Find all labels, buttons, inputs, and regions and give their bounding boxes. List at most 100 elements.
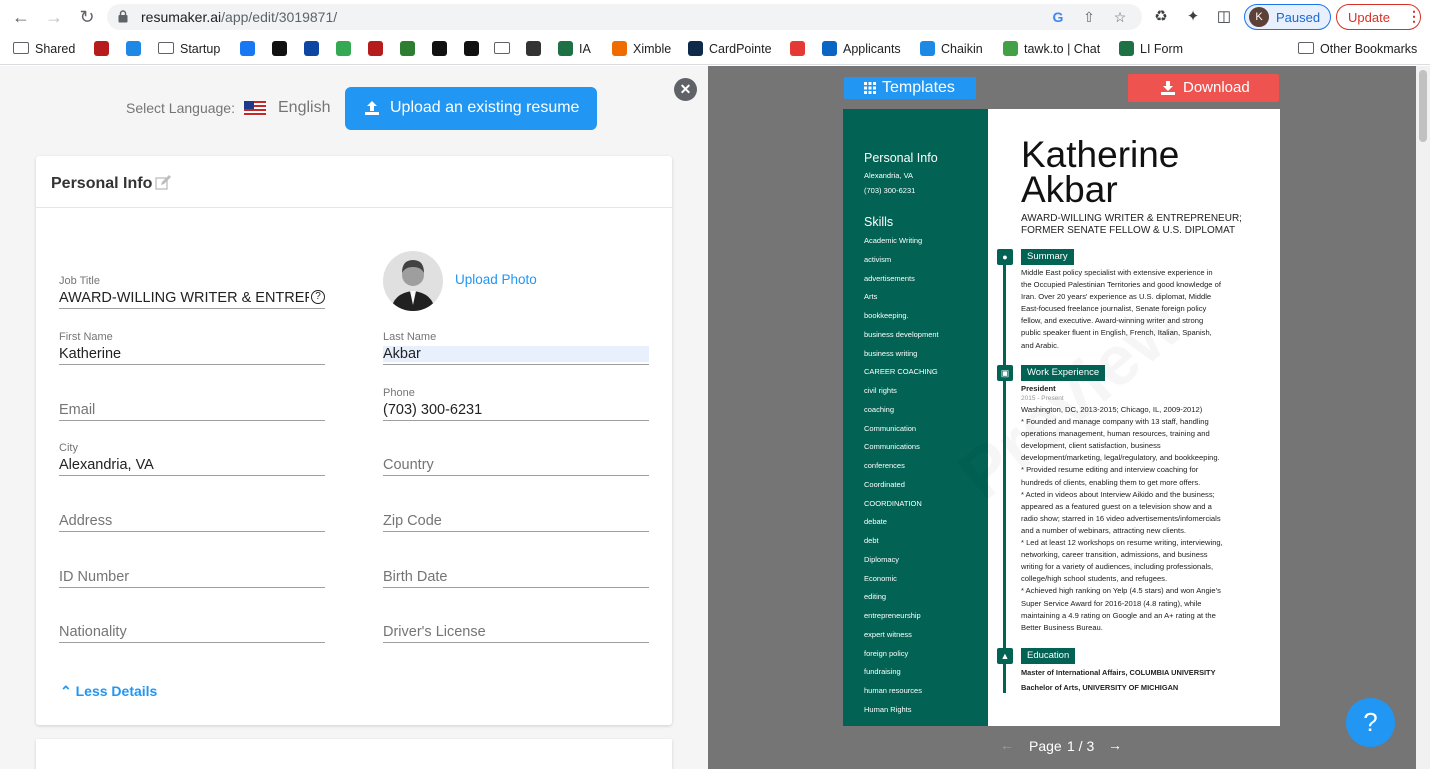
bookmark-item[interactable] — [336, 40, 357, 58]
help-icon[interactable]: ? — [311, 290, 325, 304]
first-name-field[interactable]: First Name Katherine — [59, 331, 325, 365]
bookmark-item[interactable] — [790, 40, 811, 58]
zip-code-field[interactable]: Zip Code — [383, 498, 649, 532]
download-button[interactable]: Download — [1128, 74, 1279, 102]
language-select[interactable]: English — [278, 99, 330, 117]
linkedin-icon — [822, 41, 837, 56]
url-host: resumaker.ai — [141, 9, 222, 25]
resume-title: AWARD-WILLING WRITER & ENTREPRENEUR; FORM… — [1021, 213, 1261, 237]
reload-icon[interactable]: ↻ — [76, 6, 98, 28]
bookmark-item[interactable]: Ximble — [612, 40, 671, 58]
help-button[interactable]: ? — [1346, 698, 1395, 747]
next-page-icon[interactable]: → — [1108, 737, 1122, 753]
text-line: Washington, DC, 2013-2015; Chicago, IL, … — [1021, 405, 1203, 414]
update-label: Update — [1348, 10, 1390, 25]
bookmark-item[interactable]: Chaikin — [920, 40, 983, 58]
address-field[interactable]: Address — [59, 498, 325, 532]
zip-code-placeholder: Zip Code — [383, 513, 442, 529]
templates-button[interactable]: Templates — [844, 77, 976, 99]
email-placeholder: Email — [59, 402, 96, 418]
bookmark-item[interactable] — [240, 40, 261, 58]
us-flag-icon[interactable] — [244, 101, 266, 116]
side-panel-icon[interactable]: ◫ — [1214, 7, 1234, 27]
bookmark-item[interactable]: IA — [558, 40, 591, 58]
bookmark-item[interactable]: tawk.to | Chat — [1003, 40, 1100, 58]
less-details-link[interactable]: ⌃ Less Details — [60, 683, 157, 700]
prev-page-icon[interactable]: ← — [1000, 737, 1014, 753]
last-name-field[interactable]: Last Name Akbar — [383, 331, 649, 365]
resume-last-name: Akbar — [1021, 169, 1118, 210]
back-arrow-icon[interactable]: ← — [10, 6, 32, 28]
profile-button[interactable]: K Paused — [1244, 4, 1331, 30]
update-button[interactable]: Update ⋮ — [1336, 4, 1421, 30]
skill-item: Diplomacy — [864, 554, 900, 564]
skill-item: fundraising — [864, 667, 901, 677]
bookmark-item[interactable]: LI Form — [1119, 40, 1183, 58]
graduation-cap-icon: ▲ — [997, 648, 1013, 664]
address-bar[interactable]: resumaker.ai/app/edit/3019871/ G ⇧ ☆ — [107, 4, 1142, 30]
globe-icon — [464, 41, 479, 56]
nationality-field[interactable]: Nationality — [59, 609, 325, 643]
upload-photo-link[interactable]: Upload Photo — [455, 272, 537, 287]
lock-icon — [118, 10, 128, 23]
bookmark-item[interactable] — [126, 40, 147, 58]
edit-icon[interactable] — [155, 175, 171, 191]
bookmark-item[interactable] — [94, 40, 115, 58]
bookmark-item[interactable]: Shared — [13, 40, 75, 58]
text-line: hundreds of clients, enabling them to ge… — [1021, 477, 1201, 487]
drivers-license-field[interactable]: Driver's License — [383, 609, 649, 643]
upload-resume-button[interactable]: Upload an existing resume — [345, 87, 597, 130]
less-details-label: Less Details — [75, 683, 158, 699]
bookmark-item[interactable]: Startup — [158, 40, 220, 58]
skill-item: coaching — [864, 404, 895, 414]
bookmark-item[interactable] — [432, 40, 453, 58]
work-experience-heading: Work Experience — [1021, 365, 1106, 381]
scrollbar-thumb[interactable] — [1419, 70, 1427, 142]
bookmark-item[interactable] — [304, 40, 325, 58]
bookmark-label: Shared — [35, 42, 76, 56]
skill-item: editing — [864, 592, 887, 602]
bookmark-item[interactable] — [368, 40, 389, 58]
star-icon[interactable]: ☆ — [1111, 8, 1129, 26]
bookmark-item[interactable]: Applicants — [822, 40, 901, 58]
text-line: Better Business Bureau. — [1021, 622, 1103, 632]
resume-preview: Personal Info Alexandria, VA (703) 300-6… — [843, 109, 1280, 726]
bookmark-item[interactable]: Other Bookmarks — [1298, 40, 1417, 58]
arrow-icon — [612, 41, 627, 56]
forward-arrow-icon[interactable]: → — [43, 6, 65, 28]
text-line: * Acted in videos about Interview Aikido… — [1021, 489, 1215, 499]
bookmark-item[interactable] — [494, 40, 516, 58]
bookmark-item[interactable] — [526, 40, 547, 58]
bookmark-item[interactable] — [272, 40, 293, 58]
grid-icon — [864, 82, 876, 94]
country-field[interactable]: Country — [383, 442, 649, 476]
education-heading: Education — [1021, 648, 1076, 664]
education-list: Master of International Affairs, COLUMBI… — [1021, 665, 1251, 695]
extensions-icon[interactable]: ✦ — [1183, 7, 1203, 27]
job-title-value: AWARD-WILLING WRITER & ENTREPRENEUR; FOR… — [59, 290, 309, 306]
job-title-field[interactable]: Job Title AWARD-WILLING WRITER & ENTREPR… — [59, 275, 325, 309]
bookmark-item[interactable]: CardPointe — [688, 40, 772, 58]
skill-item: advertisements — [864, 273, 915, 283]
share-icon[interactable]: ⇧ — [1080, 8, 1098, 26]
city-field[interactable]: City Alexandria, VA — [59, 442, 325, 476]
id-number-field[interactable]: ID Number — [59, 554, 325, 588]
summary-heading: Summary — [1021, 249, 1074, 265]
download-label: Download — [1183, 79, 1250, 96]
skill-item: CAREER COACHING — [864, 367, 938, 377]
bookmark-item[interactable] — [400, 40, 421, 58]
phone-field[interactable]: Phone (703) 300-6231 — [383, 387, 649, 421]
text-line: and Arabic. — [1021, 340, 1059, 350]
person-icon: ● — [997, 249, 1013, 265]
scrollbar[interactable] — [1416, 66, 1430, 769]
nationality-placeholder: Nationality — [59, 624, 127, 640]
address-placeholder: Address — [59, 513, 113, 529]
avatar-placeholder[interactable] — [383, 251, 443, 311]
google-icon[interactable]: G — [1049, 8, 1067, 26]
bookmark-item[interactable] — [464, 40, 485, 58]
text-line: East-focused freelance journalist, Senat… — [1021, 304, 1207, 314]
birth-date-field[interactable]: Birth Date — [383, 554, 649, 588]
recycle-icon[interactable]: ♻ — [1151, 7, 1171, 27]
email-field[interactable]: Email — [59, 387, 325, 421]
close-icon[interactable]: ✕ — [674, 78, 697, 101]
